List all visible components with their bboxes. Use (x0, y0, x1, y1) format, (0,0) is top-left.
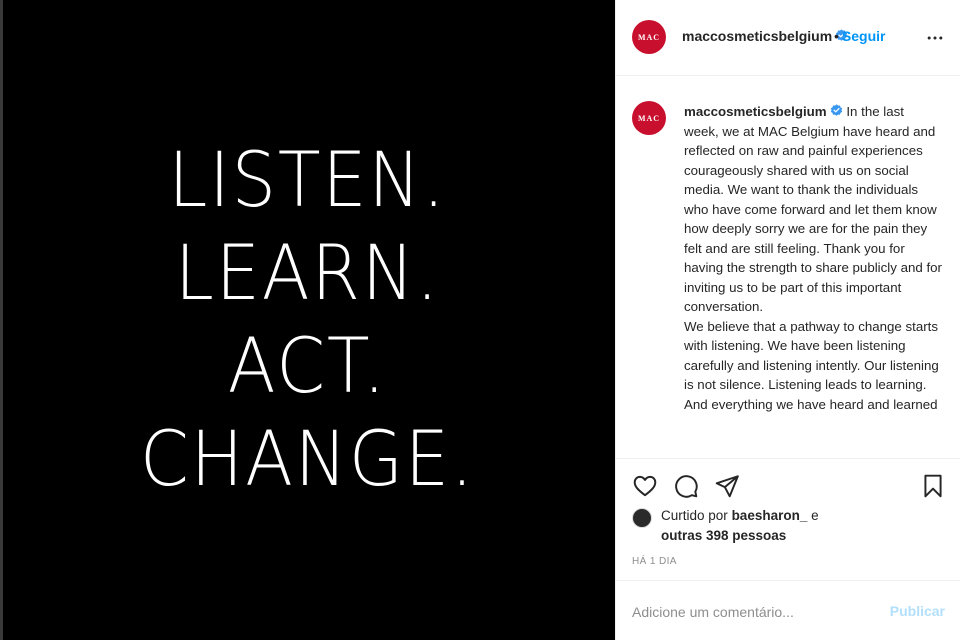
heart-icon[interactable] (632, 473, 658, 499)
liker-avatar[interactable] (632, 508, 652, 528)
likes-others-link[interactable]: outras 398 pessoas (661, 528, 786, 543)
liker-username[interactable]: baesharon_ (732, 508, 808, 523)
caption-text: maccosmeticsbelgium In the last week, we… (684, 102, 942, 414)
caption-paragraph: maccosmeticsbelgium In the last week, we… (684, 102, 942, 317)
comment-icon[interactable] (673, 473, 699, 499)
username-text: maccosmeticsbelgium (682, 28, 833, 44)
likes-conj: e (811, 508, 819, 523)
caption-avatar[interactable]: MAC (632, 101, 666, 135)
poster-line-learn: LEARN. (174, 228, 441, 317)
send-icon[interactable] (714, 473, 740, 499)
post-timestamp[interactable]: HÁ 1 DIA (632, 556, 677, 567)
likes-text: Curtido por baesharon_ e outras 398 pess… (661, 506, 951, 546)
avatar-logo: MAC (637, 32, 661, 42)
profile-avatar[interactable]: MAC (632, 20, 666, 54)
post-side-panel: MAC maccosmeticsbelgium • Seguir MAC macc… (615, 0, 960, 640)
comment-input[interactable] (632, 601, 872, 623)
poster-line-change: CHANGE. (139, 414, 475, 503)
avatar-logo: MAC (637, 113, 661, 123)
follow-wrap: • Seguir (831, 28, 885, 44)
poster-text: LISTEN. LEARN. ACT. CHANGE. (0, 133, 615, 505)
caption-username[interactable]: maccosmeticsbelgium (684, 104, 827, 119)
separator-dot: • (834, 28, 839, 44)
poster-line-act: ACT. (227, 321, 388, 410)
publish-button[interactable]: Publicar (890, 603, 945, 619)
post-image[interactable]: LISTEN. LEARN. ACT. CHANGE. (0, 0, 615, 640)
bookmark-icon[interactable] (920, 473, 946, 499)
more-horizontal-icon[interactable] (925, 28, 945, 48)
comment-bar: Publicar (616, 580, 960, 640)
poster-line-listen: LISTEN. (168, 135, 447, 224)
caption-body-1: In the last week, we at MAC Belgium have… (684, 104, 942, 314)
verified-badge-icon (830, 104, 842, 116)
follow-button[interactable]: Seguir (842, 28, 886, 44)
likes-prefix: Curtido por (661, 508, 728, 523)
username-link[interactable]: maccosmeticsbelgium (682, 28, 848, 44)
caption-body-2: We believe that a pathway to change star… (684, 318, 939, 412)
caption-area[interactable]: MAC maccosmeticsbelgium In the last week… (616, 77, 960, 458)
post-header: MAC maccosmeticsbelgium • Seguir (616, 0, 960, 76)
